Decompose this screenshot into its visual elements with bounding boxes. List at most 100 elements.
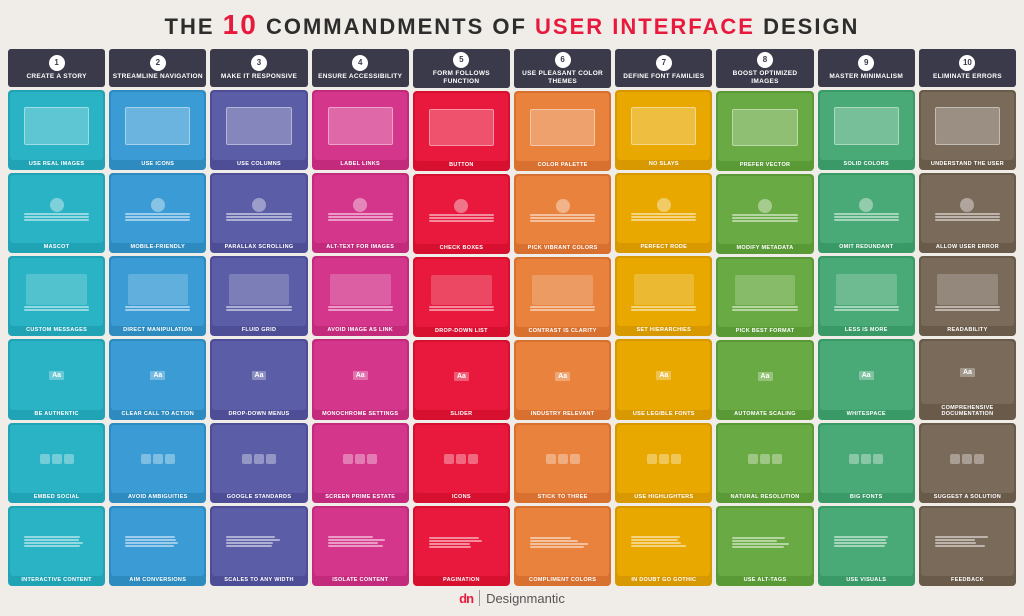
card-label-1-6: INTERACTIVE CONTENT	[21, 576, 91, 584]
title-number: 10	[223, 9, 258, 40]
card-4-1: LABEL LINKS	[312, 90, 409, 170]
card-img-1-2	[10, 175, 103, 243]
card-1-6: INTERACTIVE CONTENT	[8, 506, 105, 586]
card-img-3-3	[212, 258, 305, 326]
col-header-4: 4ENSURE ACCESSIBILITY	[312, 49, 409, 87]
card-5-3: DROP-DOWN LIST	[413, 257, 510, 337]
card-4-5: SCREEN PRIME ESTATE	[312, 423, 409, 503]
card-img-8-4: Aa	[718, 342, 811, 410]
card-7-2: PERFECT RODE	[615, 173, 712, 253]
col-title-3: MAKE IT RESPONSIVE	[221, 73, 297, 81]
card-10-2: ALLOW USER ERROR	[919, 173, 1016, 253]
card-img-4-1	[314, 92, 407, 160]
card-img-10-2	[921, 175, 1014, 243]
col-title-1: CREATE A STORY	[26, 73, 86, 81]
card-label-3-6: SCALES TO ANY WIDTH	[224, 576, 293, 584]
card-label-5-4: SLIDER	[450, 410, 472, 418]
card-label-7-1: NO SLAYS	[649, 160, 679, 168]
card-img-1-3	[10, 258, 103, 326]
card-img-3-6	[212, 508, 305, 576]
card-img-4-3	[314, 258, 407, 326]
card-5-6: PAGINATION	[413, 506, 510, 586]
card-9-1: SOLID COLORS	[818, 90, 915, 170]
card-img-1-1	[10, 92, 103, 160]
col-num-9: 9	[858, 55, 874, 71]
card-img-7-3	[617, 258, 710, 326]
col-header-1: 1CREATE A STORY	[8, 49, 105, 87]
card-8-5: NATURAL RESOLUTION	[716, 423, 813, 503]
card-img-5-3	[415, 259, 508, 327]
col-title-10: ELIMINATE ERRORS	[933, 73, 1002, 81]
card-4-6: ISOLATE CONTENT	[312, 506, 409, 586]
card-6-3: CONTRAST IS CLARITY	[514, 257, 611, 337]
card-label-3-1: USE COLUMNS	[237, 160, 281, 168]
card-6-4: AaINDUSTRY RELEVANT	[514, 340, 611, 420]
column-5: 5FORM FOLLOWS FUNCTIONBUTTONCHECK BOXESD…	[413, 49, 510, 586]
card-img-2-6	[111, 508, 204, 576]
card-label-3-2: PARALLAX SCROLLING	[225, 243, 294, 251]
card-3-4: AaDROP-DOWN MENUS	[210, 339, 307, 419]
card-label-6-3: CONTRAST IS CLARITY	[528, 327, 596, 335]
card-4-4: AaMONOCHROME SETTINGS	[312, 339, 409, 419]
card-label-6-1: COLOR PALETTE	[538, 161, 588, 169]
card-img-7-6	[617, 508, 710, 576]
col-header-9: 9 MASTER MINIMALISM	[818, 49, 915, 87]
col-num-10: 10	[959, 55, 975, 71]
col-header-7: 7DEFINE FONT FAMILIES	[615, 49, 712, 87]
card-label-8-2: MODIFY METADATA	[737, 244, 794, 252]
card-6-5: STICK TO THREE	[514, 423, 611, 503]
card-8-3: PICK BEST FORMAT	[716, 257, 813, 337]
column-8: 8BOOST OPTIMIZED IMAGESPREFER VECTORMODI…	[716, 49, 813, 586]
card-img-2-5	[111, 425, 204, 493]
card-img-8-1	[718, 93, 811, 161]
col-num-6: 6	[555, 52, 571, 68]
card-img-6-4: Aa	[516, 342, 609, 410]
card-label-5-2: CHECK BOXES	[440, 244, 484, 252]
card-6-2: PICK VIBRANT COLORS	[514, 174, 611, 254]
column-1: 1CREATE A STORYUSE REAL IMAGESMASCOTCUST…	[8, 49, 105, 586]
card-1-1: USE REAL IMAGES	[8, 90, 105, 170]
card-1-2: MASCOT	[8, 173, 105, 253]
card-label-7-4: USE LEGIBLE FONTS	[633, 410, 695, 418]
card-img-3-4: Aa	[212, 341, 305, 409]
card-label-2-4: CLEAR CALL TO ACTION	[122, 410, 195, 418]
card-img-6-2	[516, 176, 609, 244]
card-5-1: BUTTON	[413, 91, 510, 171]
title-highlight: USER INTERFACE	[535, 14, 755, 39]
card-label-5-6: PAGINATION	[443, 576, 480, 584]
card-label-10-6: FEEDBACK	[951, 576, 984, 584]
card-8-6: USE ALT-TAGS	[716, 506, 813, 586]
card-label-9-6: USE VISUALS	[846, 576, 886, 584]
card-label-5-5: ICONS	[452, 493, 471, 501]
card-img-2-3	[111, 258, 204, 326]
col-header-6: 6 USE PLEASANT COLOR THEMES	[514, 49, 611, 89]
col-title-6: USE PLEASANT COLOR THEMES	[516, 70, 609, 86]
card-label-3-3: FLUID GRID	[242, 326, 276, 334]
card-5-5: ICONS	[413, 423, 510, 503]
card-label-9-3: LESS IS MORE	[845, 326, 888, 334]
col-num-2: 2	[150, 55, 166, 71]
card-img-5-6	[415, 508, 508, 576]
card-label-2-2: MOBILE-FRIENDLY	[130, 243, 185, 251]
card-label-1-5: EMBED SOCIAL	[34, 493, 80, 501]
column-2: 2STREAMLINE NAVIGATIONUSE ICONSMOBILE-FR…	[109, 49, 206, 586]
col-header-10: 10 ELIMINATE ERRORS	[919, 49, 1016, 87]
card-img-1-5	[10, 425, 103, 493]
card-img-5-4: Aa	[415, 342, 508, 410]
card-2-2: MOBILE-FRIENDLY	[109, 173, 206, 253]
card-8-2: MODIFY METADATA	[716, 174, 813, 254]
title-prefix: THE	[165, 14, 215, 39]
card-img-2-1	[111, 92, 204, 160]
card-img-4-6	[314, 508, 407, 576]
card-label-6-2: PICK VIBRANT COLORS	[528, 244, 598, 252]
card-label-4-1: LABEL LINKS	[340, 160, 380, 168]
card-img-9-2	[820, 175, 913, 243]
card-img-2-4: Aa	[111, 341, 204, 409]
card-img-1-4: Aa	[10, 341, 103, 409]
col-title-9: MASTER MINIMALISM	[829, 73, 903, 81]
card-img-1-6	[10, 508, 103, 576]
card-img-10-4: Aa	[921, 341, 1014, 403]
card-7-1: NO SLAYS	[615, 90, 712, 170]
card-3-3: FLUID GRID	[210, 256, 307, 336]
card-img-9-1	[820, 92, 913, 160]
